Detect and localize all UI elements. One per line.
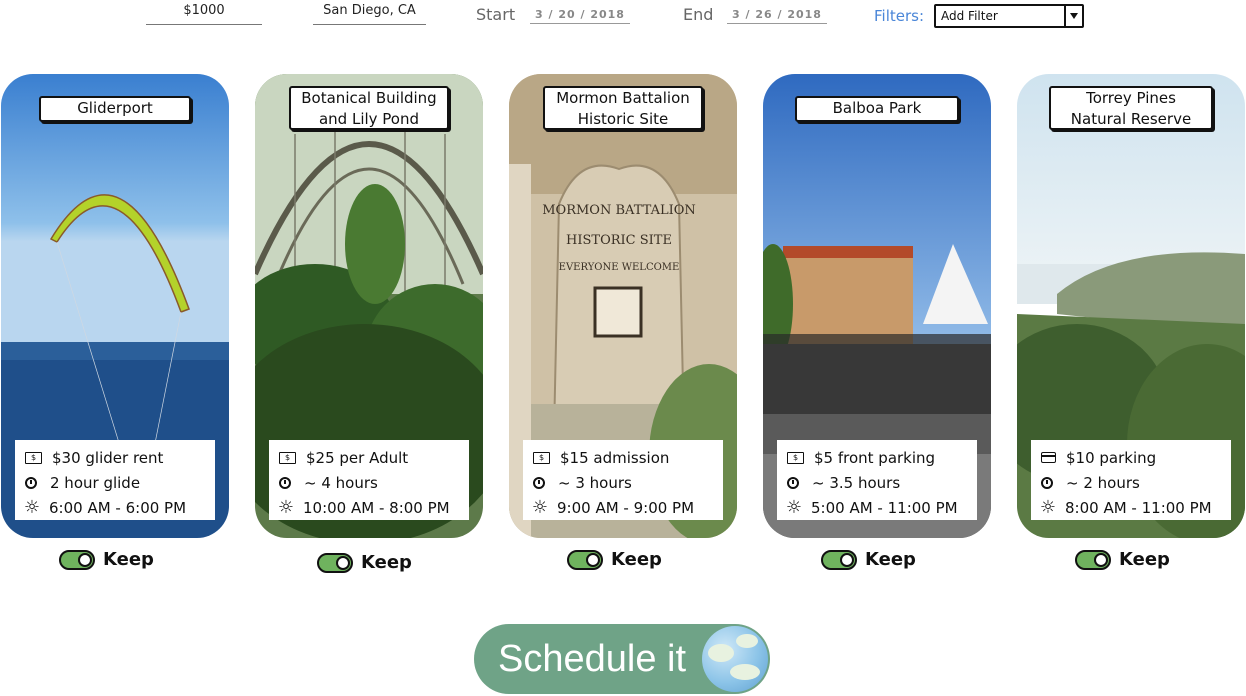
money-icon: $ <box>279 451 296 464</box>
globe-icon <box>702 626 768 692</box>
cost-text: $10 parking <box>1066 448 1157 467</box>
location-field[interactable]: San Diego, CA <box>313 2 426 25</box>
duration-text: ~ 3.5 hours <box>812 473 901 492</box>
card-title: Mormon Battalion Historic Site <box>543 86 703 130</box>
end-date-field[interactable]: 3 / 26 / 2018 <box>727 5 827 24</box>
keep-label: Keep <box>1119 549 1170 570</box>
toggle-switch[interactable] <box>59 549 95 570</box>
sign-text-line-3: EVERYONE WELCOME <box>559 262 680 273</box>
money-icon: $ <box>25 451 42 464</box>
hours-text: 9:00 AM - 9:00 PM <box>557 498 695 517</box>
keep-toggle-botanical[interactable]: Keep <box>317 552 412 573</box>
sign-text-line-2: HISTORIC SITE <box>566 233 672 248</box>
keep-label: Keep <box>361 552 412 573</box>
hours-text: 5:00 AM - 11:00 PM <box>811 498 958 517</box>
clock-icon <box>787 476 799 489</box>
keep-label: Keep <box>103 549 154 570</box>
activity-card-balboa-park[interactable]: Balboa Park $ $5 front parking ~ 3.5 hour… <box>763 74 991 538</box>
card-title: Botanical Building and Lily Pond <box>289 86 449 130</box>
sun-icon: ☼ <box>1039 496 1057 518</box>
activity-card-torrey-pines[interactable]: Torrey Pines Natural Reserve $10 parking… <box>1017 74 1245 538</box>
toggle-switch[interactable] <box>567 549 603 570</box>
keep-toggle-torrey[interactable]: Keep <box>1075 549 1170 570</box>
card-title: Torrey Pines Natural Reserve <box>1049 86 1213 130</box>
card-title: Balboa Park <box>795 96 959 122</box>
add-filter-select[interactable]: Add Filter <box>934 4 1084 28</box>
cost-text: $5 front parking <box>814 448 936 467</box>
budget-field[interactable]: $1000 <box>146 2 262 25</box>
cost-text: $25 per Adult <box>306 448 409 467</box>
card-title: Gliderport <box>39 96 191 122</box>
hours-text: 8:00 AM - 11:00 PM <box>1065 498 1212 517</box>
clock-icon <box>279 476 291 489</box>
cost-text: $30 glider rent <box>52 448 164 467</box>
clock-icon <box>533 476 545 489</box>
clock-icon <box>25 476 37 489</box>
toggle-switch[interactable] <box>317 552 353 573</box>
duration-text: ~ 3 hours <box>558 473 632 492</box>
start-label: Start <box>476 5 516 24</box>
money-icon: $ <box>533 451 550 464</box>
duration-text: 2 hour glide <box>50 473 141 492</box>
toggle-switch[interactable] <box>821 549 857 570</box>
credit-card-icon <box>1041 452 1056 463</box>
activity-card-gliderport[interactable]: Gliderport $ $30 glider rent 2 hour glide… <box>1 74 229 538</box>
sun-icon: ☼ <box>531 496 549 518</box>
schedule-label: Schedule it <box>498 638 687 680</box>
activity-card-mormon-battalion[interactable]: MORMON BATTALION HISTORIC SITE EVERYONE … <box>509 74 737 538</box>
keep-label: Keep <box>865 549 916 570</box>
card-info-panel: $ $5 front parking ~ 3.5 hours ☼ 5:00 AM -… <box>777 440 977 520</box>
hours-text: 10:00 AM - 8:00 PM <box>303 498 450 517</box>
activity-card-botanical-building[interactable]: Botanical Building and Lily Pond $ $25 pe… <box>255 74 483 538</box>
card-info-panel: $ $30 glider rent 2 hour glide ☼ 6:00 AM -… <box>15 440 215 520</box>
card-info-panel: $ $15 admission ~ 3 hours ☼ 9:00 AM - 9:00… <box>523 440 723 520</box>
hours-text: 6:00 AM - 6:00 PM <box>49 498 187 517</box>
sun-icon: ☼ <box>23 496 41 518</box>
filters-label: Filters: <box>874 7 925 25</box>
keep-label: Keep <box>611 549 662 570</box>
keep-toggle-mormon[interactable]: Keep <box>567 549 662 570</box>
schedule-button[interactable]: Schedule it <box>474 624 770 694</box>
keep-toggle-gliderport[interactable]: Keep <box>59 549 154 570</box>
cost-text: $15 admission <box>560 448 670 467</box>
toggle-switch[interactable] <box>1075 549 1111 570</box>
sign-text-line-1: MORMON BATTALION <box>542 203 696 218</box>
clock-icon <box>1041 476 1053 489</box>
duration-text: ~ 4 hours <box>304 473 378 492</box>
card-info-panel: $ $25 per Adult ~ 4 hours ☼ 10:00 AM - 8:0… <box>269 440 469 520</box>
add-filter-value: Add Filter <box>941 9 998 23</box>
money-icon: $ <box>787 451 804 464</box>
duration-text: ~ 2 hours <box>1066 473 1140 492</box>
keep-toggle-balboa[interactable]: Keep <box>821 549 916 570</box>
end-label: End <box>683 5 714 24</box>
start-date-field[interactable]: 3 / 20 / 2018 <box>530 5 630 24</box>
sun-icon: ☼ <box>785 496 803 518</box>
card-info-panel: $10 parking ~ 2 hours ☼ 8:00 AM - 11:00 P… <box>1031 440 1231 520</box>
chevron-down-icon[interactable] <box>1064 6 1082 26</box>
sun-icon: ☼ <box>277 496 295 518</box>
